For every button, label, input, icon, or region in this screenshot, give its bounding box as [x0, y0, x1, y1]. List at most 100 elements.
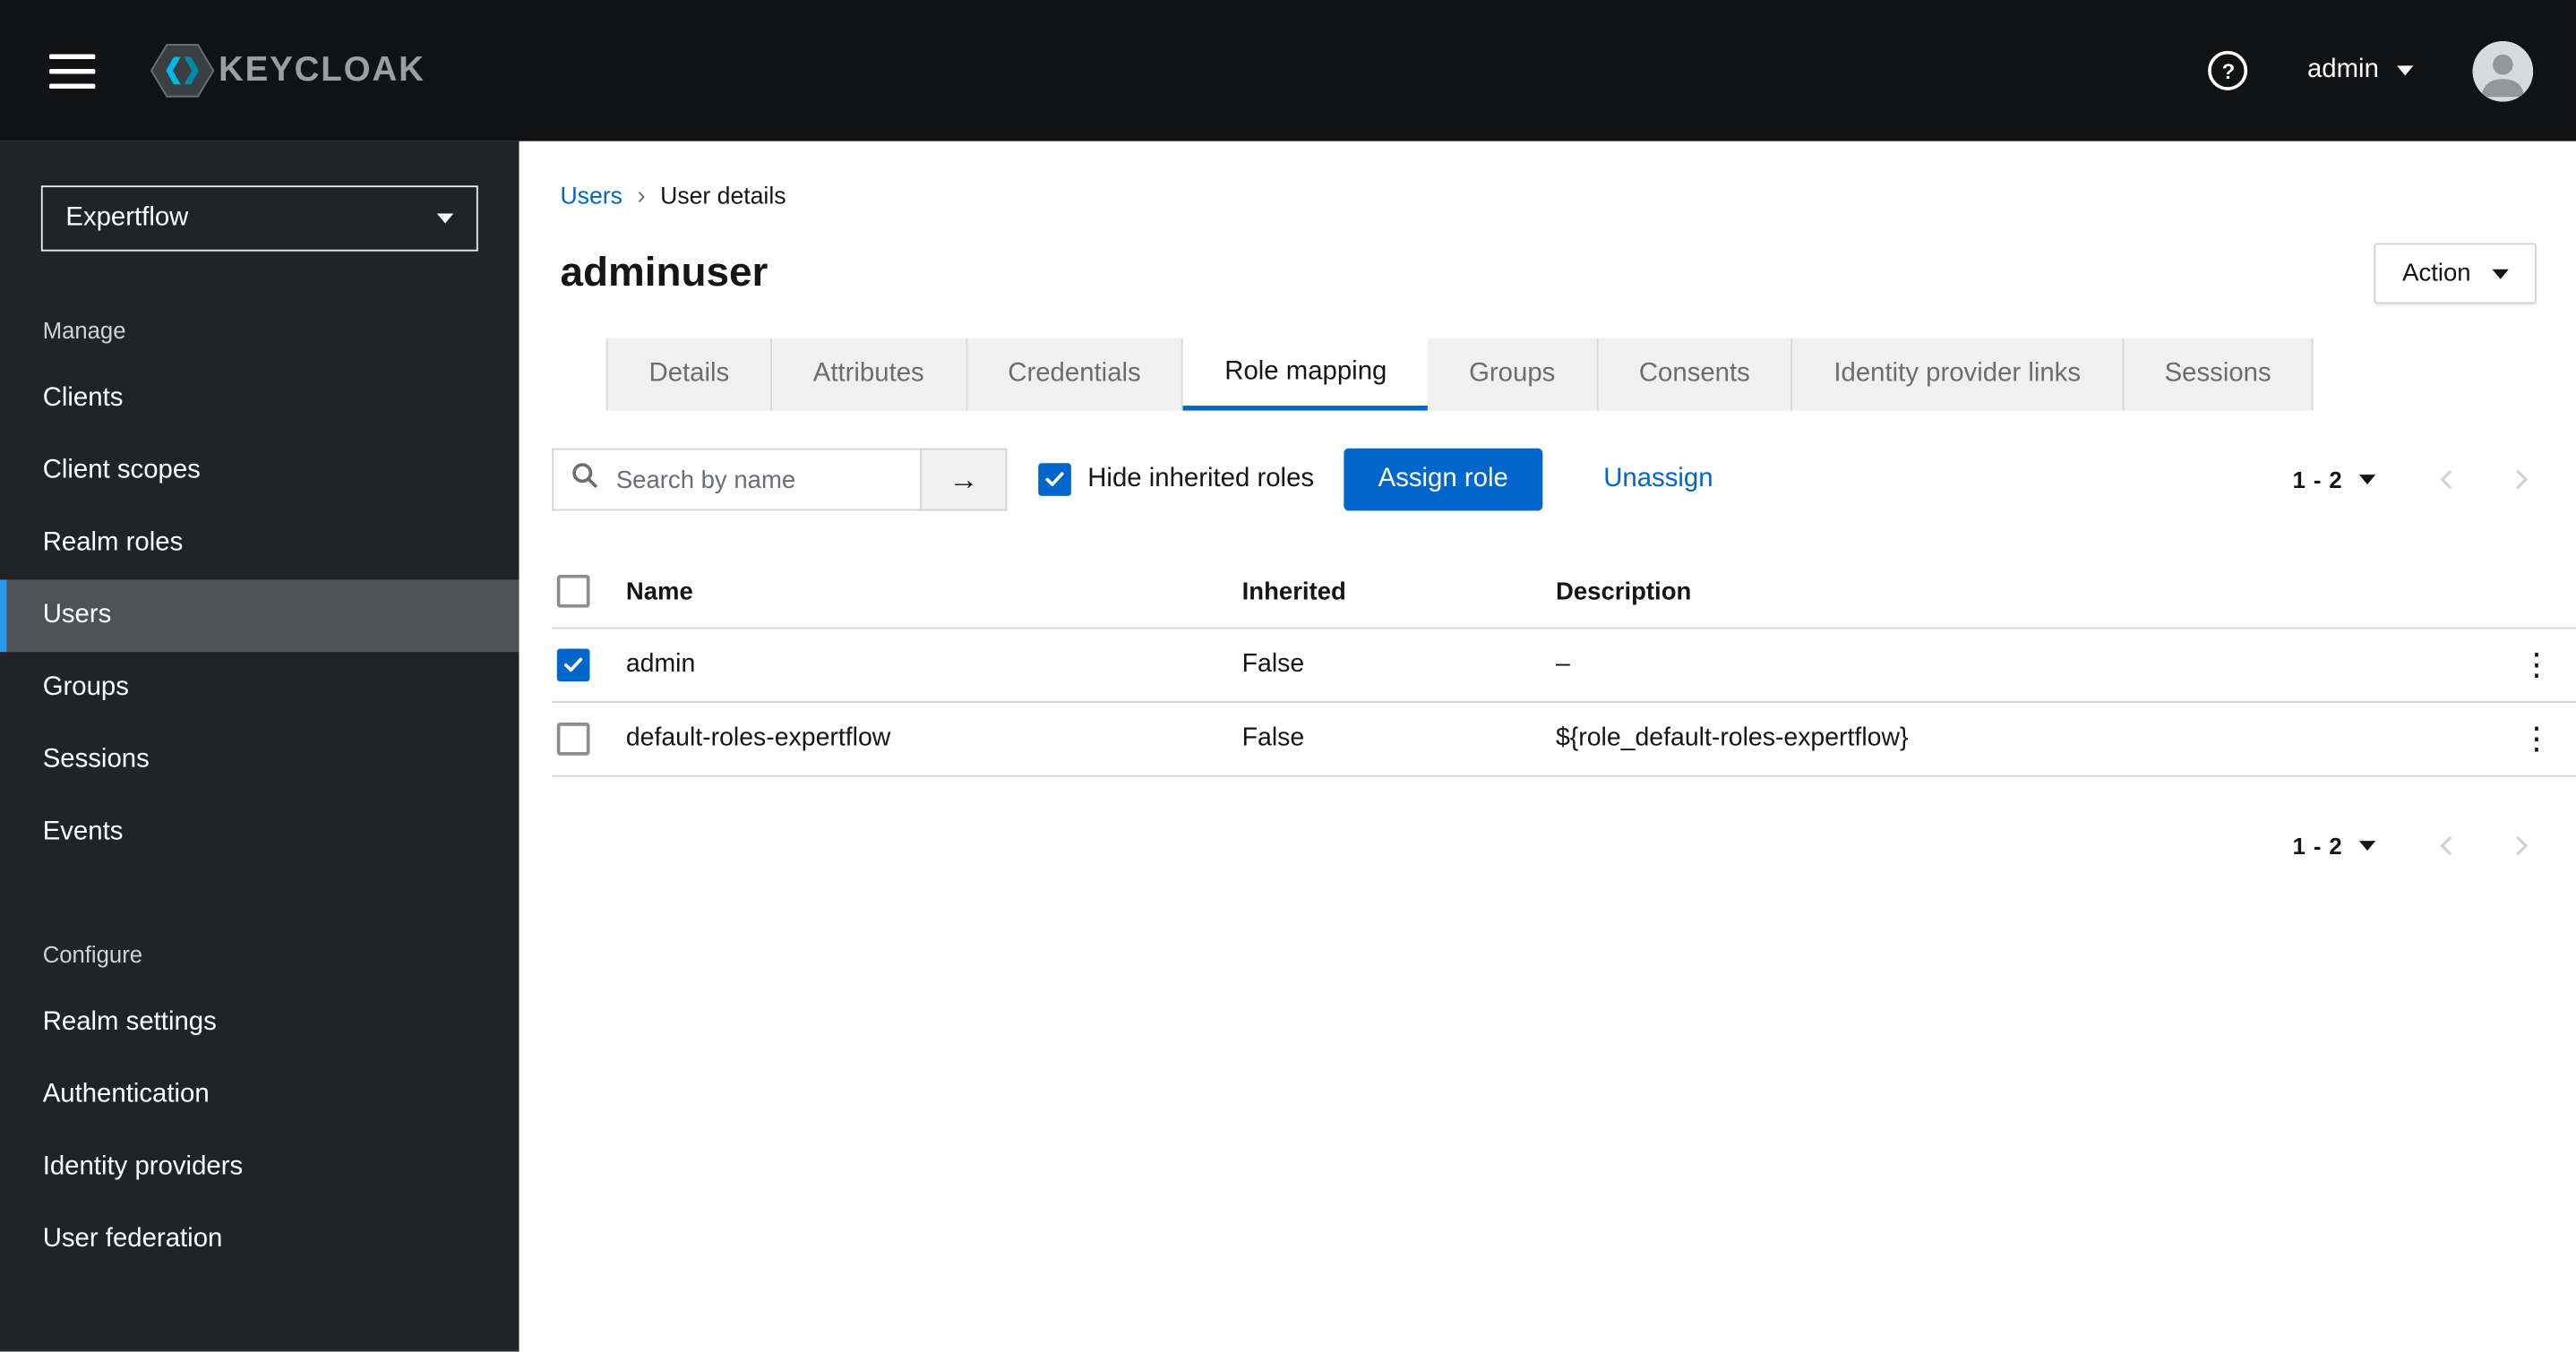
pagination-top: 1 - 2	[2293, 450, 2556, 509]
action-button-label: Action	[2402, 259, 2471, 287]
select-all-checkbox[interactable]	[556, 574, 590, 608]
help-button[interactable]: ?	[2208, 50, 2248, 90]
column-header-inherited[interactable]: Inherited	[1242, 578, 1556, 605]
role-description: –	[1555, 650, 1570, 679]
role-inherited: False	[1241, 650, 1305, 679]
pagination-range-toggle[interactable]: 1 - 2	[2293, 833, 2376, 859]
keycloak-admin-console: KEYCLOAK ? admin Expertflow Manage Clien…	[0, 0, 2576, 1352]
sidebar-item-label: Users	[42, 601, 112, 629]
kebab-menu-button[interactable]: ⋮	[2521, 649, 2553, 680]
tab-label: Role mapping	[1224, 356, 1387, 386]
tab-attributes[interactable]: Attributes	[771, 338, 967, 411]
next-page-button[interactable]	[2484, 450, 2556, 509]
sidebar-item-label: Client scopes	[42, 456, 201, 485]
sidebar-item-user-federation[interactable]: User federation	[0, 1203, 519, 1276]
user-menu-button[interactable]: admin	[2307, 56, 2414, 85]
kebab-icon: ⋮	[2520, 647, 2553, 683]
pagination-bottom: 1 - 2	[2293, 817, 2556, 876]
nav-section-configure-label: Configure	[42, 940, 143, 968]
sidebar-item-label: Authentication	[42, 1080, 210, 1109]
sidebar-item-events[interactable]: Events	[0, 797, 519, 869]
tab-label: Attributes	[812, 359, 924, 388]
chevron-down-icon	[2492, 268, 2509, 278]
column-header-description[interactable]: Description	[1556, 578, 2497, 605]
sidebar-item-groups[interactable]: Groups	[0, 652, 519, 724]
chevron-left-icon	[2440, 469, 2452, 490]
row-checkbox[interactable]	[556, 723, 590, 756]
search-box	[552, 448, 921, 511]
search-group: →	[552, 448, 1008, 511]
sidebar-item-label: Groups	[42, 673, 129, 702]
sidebar-item-realm-settings[interactable]: Realm settings	[0, 987, 519, 1059]
tab-role-mapping[interactable]: Role mapping	[1183, 338, 1429, 411]
topbar-right: ? admin	[2208, 39, 2534, 101]
hamburger-icon	[49, 53, 96, 59]
sidebar-item-authentication[interactable]: Authentication	[0, 1059, 519, 1132]
chevron-right-icon	[2516, 469, 2529, 490]
row-checkbox-cell	[552, 648, 626, 682]
row-checkbox[interactable]	[556, 648, 590, 682]
page-title: adminuser	[560, 249, 769, 296]
table-row-default-roles: default-roles-expertflow False ${role_de…	[552, 703, 2576, 777]
sidebar-item-label: User federation	[42, 1225, 223, 1254]
tab-label: Sessions	[2164, 359, 2271, 388]
hamburger-menu-button[interactable]	[43, 47, 102, 94]
sidebar-item-label: Events	[42, 817, 124, 846]
kebab-menu-button[interactable]: ⋮	[2521, 723, 2553, 755]
previous-page-button[interactable]	[2412, 450, 2485, 509]
action-dropdown-button[interactable]: Action	[2374, 243, 2537, 304]
breadcrumb-users-link[interactable]: Users	[560, 184, 622, 210]
realm-selector[interactable]: Expertflow	[40, 185, 478, 252]
sidebar-item-identity-providers[interactable]: Identity providers	[0, 1132, 519, 1204]
chevron-right-icon: ›	[637, 182, 646, 210]
search-icon	[571, 462, 598, 497]
breadcrumb: Users › User details	[519, 141, 2576, 210]
tab-sessions[interactable]: Sessions	[2123, 338, 2314, 411]
user-avatar-icon	[2472, 39, 2534, 101]
question-icon: ?	[2221, 58, 2236, 83]
sidebar-item-label: Sessions	[42, 745, 150, 774]
role-inherited: False	[1241, 723, 1305, 753]
bottom-pagination-row: 1 - 2	[519, 817, 2576, 876]
hide-inherited-checkbox[interactable]	[1038, 463, 1071, 496]
sidebar-item-clients[interactable]: Clients	[0, 363, 519, 435]
sidebar-item-client-scopes[interactable]: Client scopes	[0, 435, 519, 508]
search-input[interactable]	[552, 448, 921, 511]
role-description: ${role_default-roles-expertflow}	[1555, 723, 1909, 753]
tab-details[interactable]: Details	[605, 338, 772, 411]
role-mapping-table: Name Inherited Description admin False –…	[552, 555, 2576, 777]
sidebar-item-users[interactable]: Users	[0, 579, 519, 653]
previous-page-button[interactable]	[2412, 817, 2485, 876]
sidebar-item-sessions[interactable]: Sessions	[0, 724, 519, 797]
sidebar-item-label: Identity providers	[42, 1152, 244, 1181]
chevron-left-icon	[2440, 835, 2452, 856]
next-page-button[interactable]	[2484, 817, 2556, 876]
tab-label: Groups	[1469, 359, 1556, 388]
sidebar-item-realm-roles[interactable]: Realm roles	[0, 508, 519, 580]
tab-consents[interactable]: Consents	[1597, 338, 1793, 411]
table-row-admin: admin False – ⋮	[552, 629, 2576, 704]
unassign-link[interactable]: Unassign	[1603, 465, 1713, 494]
avatar[interactable]	[2472, 39, 2534, 101]
column-header-name[interactable]: Name	[626, 578, 1242, 605]
row-kebab-cell: ⋮	[2497, 649, 2576, 680]
check-icon	[1045, 472, 1064, 486]
tab-identity-provider-links[interactable]: Identity provider links	[1792, 338, 2124, 411]
tab-groups[interactable]: Groups	[1428, 338, 1598, 411]
tab-label: Identity provider links	[1833, 359, 2082, 388]
title-row: adminuser Action	[519, 243, 2576, 304]
keycloak-wordmark: KEYCLOAK	[218, 50, 425, 90]
role-name: admin	[625, 650, 696, 679]
pagination-range-toggle[interactable]: 1 - 2	[2293, 466, 2376, 492]
arrow-right-icon: →	[949, 462, 979, 496]
search-submit-button[interactable]: →	[920, 448, 1008, 511]
hide-inherited-label: Hide inherited roles	[1087, 465, 1315, 493]
tab-credentials[interactable]: Credentials	[966, 338, 1184, 411]
hide-inherited-roles-control: Hide inherited roles	[1038, 463, 1314, 496]
tab-label: Credentials	[1008, 359, 1141, 388]
table-header-row: Name Inherited Description	[552, 555, 2576, 629]
assign-role-button[interactable]: Assign role	[1344, 448, 1543, 511]
app-body: Expertflow Manage Clients Client scopes …	[0, 141, 2576, 1352]
chevron-down-icon	[436, 213, 454, 224]
row-checkbox-cell	[552, 723, 626, 756]
